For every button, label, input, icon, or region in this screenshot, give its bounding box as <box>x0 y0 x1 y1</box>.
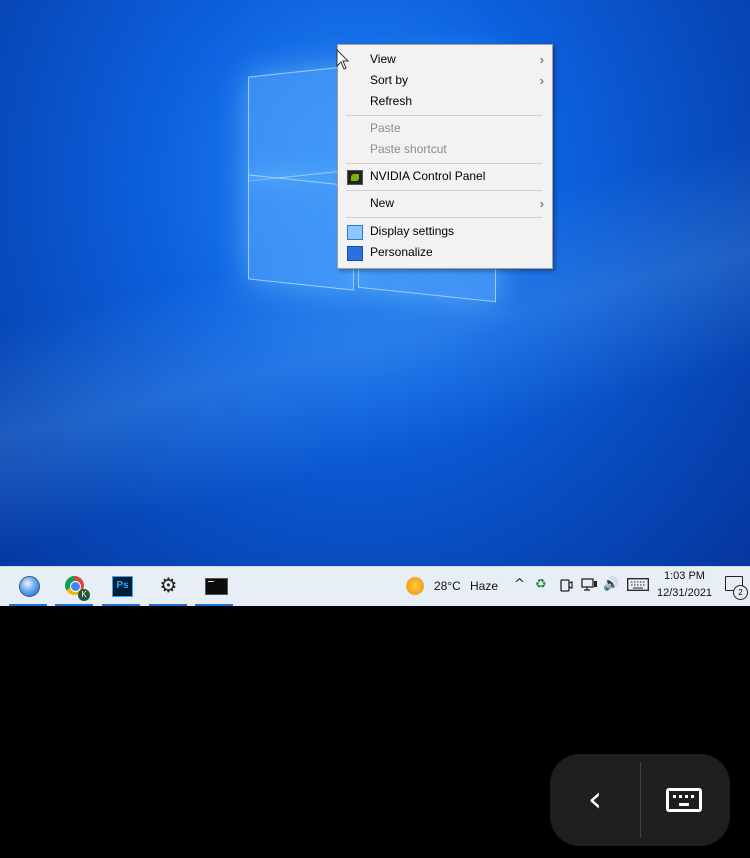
menu-item-label: Display settings <box>370 224 455 238</box>
menu-separator <box>346 190 542 191</box>
chevron-right-icon: › <box>539 52 544 67</box>
menu-item-label: NVIDIA Control Panel <box>370 169 486 183</box>
menu-item-paste-shortcut: Paste shortcut <box>338 139 552 160</box>
back-button[interactable]: ‹ <box>550 754 640 846</box>
taskbar-app-terminal[interactable] <box>195 567 233 606</box>
menu-separator <box>346 217 542 218</box>
menu-item-label: Paste <box>370 121 401 135</box>
menu-item-label: Paste shortcut <box>370 142 447 156</box>
sync-icon[interactable]: ♻ <box>535 577 547 592</box>
menu-item-paste: Paste <box>338 118 552 139</box>
menu-item-display-settings[interactable]: Display settings <box>338 221 552 242</box>
clock-date[interactable]: 12/31/2021 <box>657 587 712 599</box>
show-hidden-icons-chevron-icon[interactable]: ^ <box>514 577 525 592</box>
menu-item-label: Sort by <box>370 73 409 87</box>
terminal-icon <box>205 578 228 595</box>
menu-item-refresh[interactable]: Refresh <box>338 91 552 112</box>
photoshop-icon: Ps <box>112 576 133 597</box>
menu-item-nvidia-control-panel[interactable]: NVIDIA Control Panel <box>338 166 552 187</box>
active-indicator <box>149 604 187 606</box>
menu-separator <box>346 163 542 164</box>
desktop[interactable]: View › Sort by › Refresh Paste Paste sho… <box>0 0 750 605</box>
menu-item-view[interactable]: View › <box>338 49 552 70</box>
weather-temperature[interactable]: 28°C <box>434 579 461 593</box>
menu-item-label: Refresh <box>370 94 413 108</box>
nvidia-icon <box>347 170 363 185</box>
taskbar-app-photoshop[interactable]: Ps <box>102 567 140 606</box>
active-indicator <box>195 604 233 606</box>
chevron-right-icon: › <box>539 73 544 88</box>
menu-item-sort-by[interactable]: Sort by › <box>338 70 552 91</box>
taskbar-app-remote-desktop[interactable] <box>9 567 47 606</box>
menu-item-new[interactable]: New › <box>338 193 552 214</box>
volume-icon[interactable]: 🔊 <box>603 577 619 592</box>
profile-badge: K <box>78 589 90 601</box>
active-indicator <box>9 604 47 606</box>
taskbar-app-chrome[interactable]: K <box>55 567 93 606</box>
network-icon[interactable] <box>581 577 598 592</box>
chevron-right-icon: › <box>539 196 544 211</box>
active-indicator <box>102 604 140 606</box>
clock-time[interactable]: 1:03 PM <box>664 570 705 582</box>
menu-item-label: New <box>370 196 395 210</box>
menu-item-label: Personalize <box>370 245 433 259</box>
desktop-context-menu: View › Sort by › Refresh Paste Paste sho… <box>337 44 553 269</box>
taskbar-app-settings[interactable]: ⚙ <box>149 567 187 606</box>
weather-condition[interactable]: Haze <box>470 579 498 593</box>
touch-keyboard-icon[interactable] <box>627 578 649 591</box>
menu-item-label: View <box>370 52 396 66</box>
keyboard-icon <box>666 788 702 812</box>
display-settings-icon <box>347 225 363 240</box>
personalize-icon <box>347 246 363 261</box>
settings-gear-icon: ⚙ <box>159 573 178 597</box>
remote-overlay-controls: ‹ <box>550 754 730 846</box>
notification-count-badge: 2 <box>733 585 748 600</box>
keyboard-button[interactable] <box>641 754 730 846</box>
weather-haze-icon[interactable] <box>406 577 424 595</box>
menu-separator <box>346 115 542 116</box>
remote-desktop-icon <box>19 576 40 597</box>
mouse-pointer-icon <box>336 49 350 70</box>
phone-link-icon[interactable] <box>559 577 573 593</box>
active-indicator <box>55 604 93 606</box>
menu-item-personalize[interactable]: Personalize <box>338 242 552 263</box>
